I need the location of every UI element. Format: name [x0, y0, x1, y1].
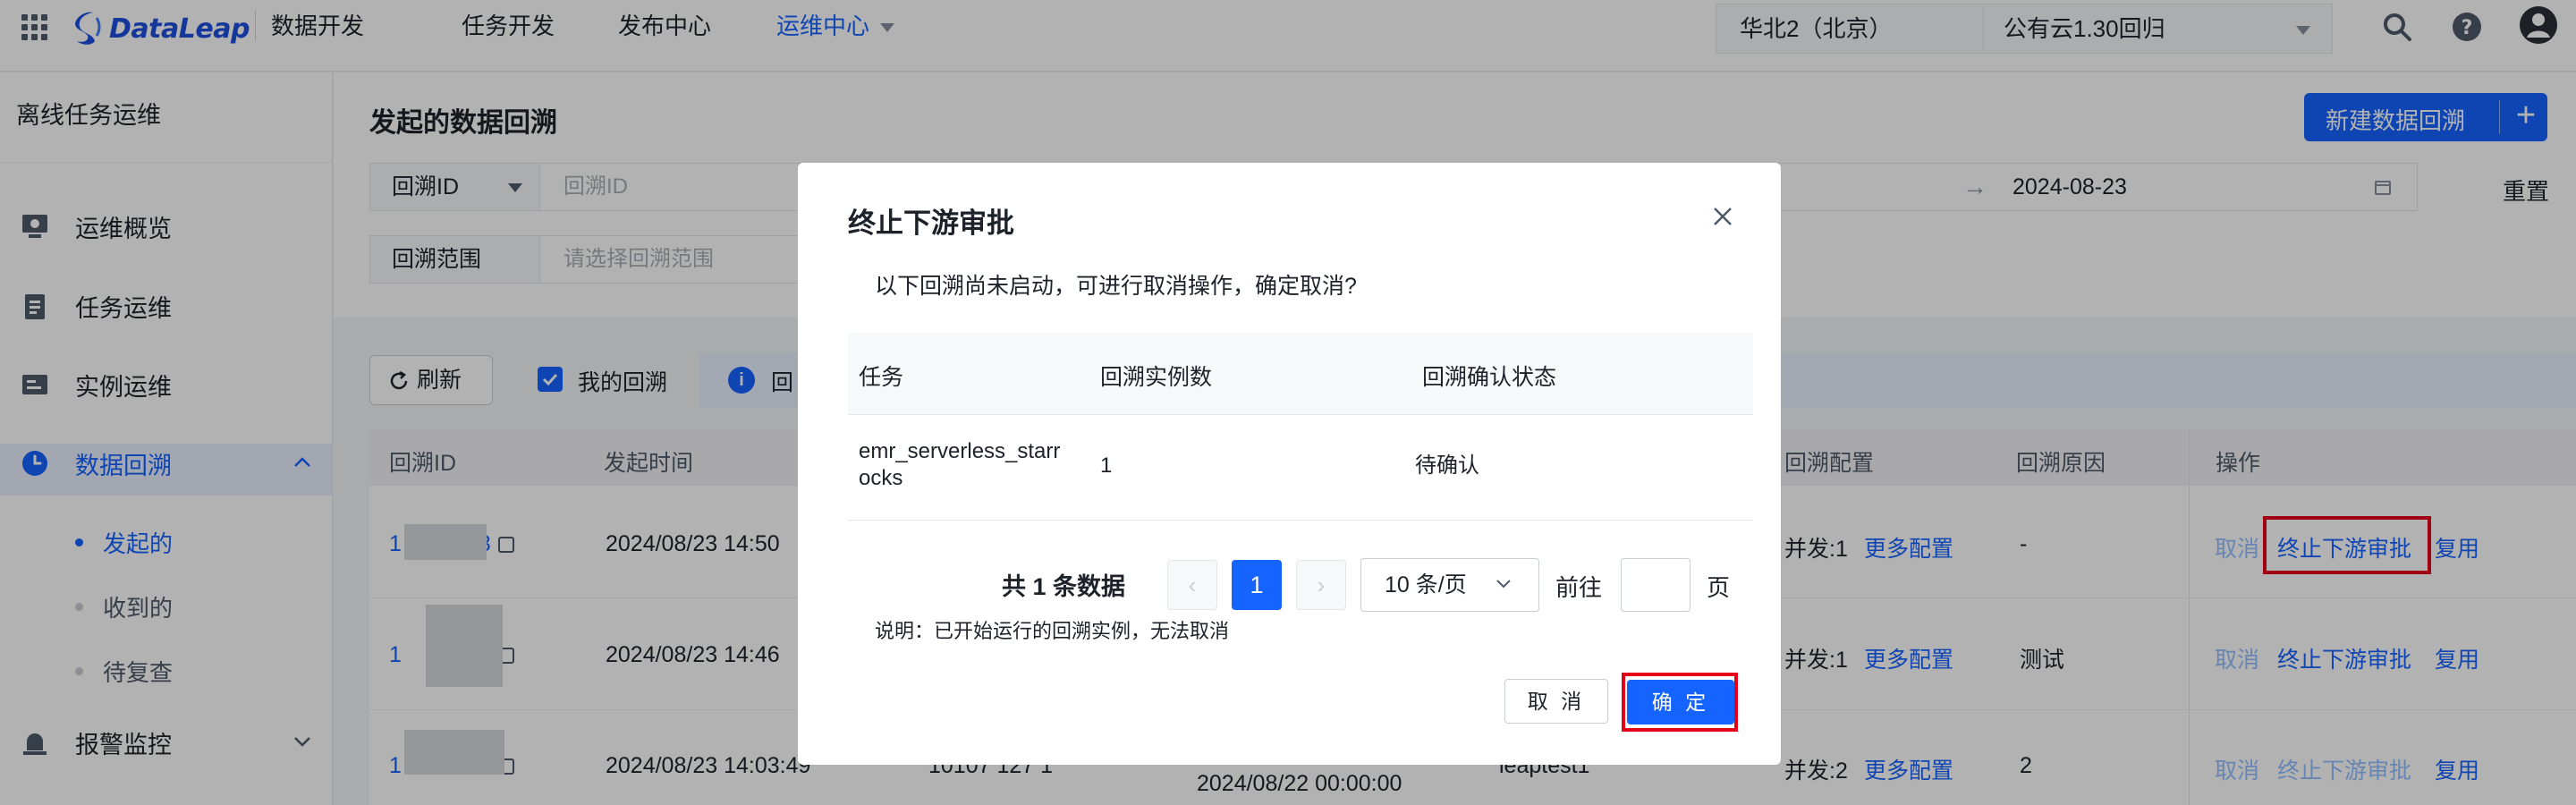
goto-page-input[interactable] [1621, 558, 1690, 612]
dialog-description: 以下回溯尚未启动，可进行取消操作，确定取消? [875, 274, 1357, 299]
next-page-button[interactable]: › [1296, 560, 1346, 610]
col-header-task: 任务 [859, 365, 904, 390]
pagination-total: 共 1 条数据 [1002, 573, 1126, 600]
highlight-box [1622, 673, 1738, 732]
confirm-status: 待确认 [1415, 453, 1479, 478]
col-header-instance-count: 回溯实例数 [1100, 365, 1213, 390]
close-icon[interactable] [1707, 200, 1739, 233]
page-unit-label: 页 [1707, 574, 1731, 601]
col-header-confirm-status: 回溯确认状态 [1422, 365, 1557, 390]
goto-label: 前往 [1555, 574, 1603, 601]
dialog-table-header [848, 333, 1753, 415]
task-name-line: ocks [859, 466, 903, 490]
cancel-button[interactable]: 取 消 [1504, 679, 1608, 724]
page-size-select[interactable]: 10 条/页 [1360, 558, 1539, 612]
stop-approval-dialog: 终止下游审批 以下回溯尚未启动，可进行取消操作，确定取消? 任务 回溯实例数 回… [798, 163, 1781, 765]
page-size-value: 10 条/页 [1385, 572, 1467, 597]
chevron-down-icon [1496, 580, 1511, 589]
dialog-note: 说明：已开始运行的回溯实例，无法取消 [875, 620, 1230, 642]
task-name: emr_serverless_starr ocks [859, 438, 1060, 492]
prev-page-button[interactable]: ‹ [1167, 560, 1217, 610]
instance-count: 1 [1100, 453, 1113, 478]
dialog-title: 终止下游审批 [848, 208, 1014, 239]
table-divider [848, 520, 1753, 521]
task-name-line: emr_serverless_starr [859, 439, 1061, 463]
current-page-button[interactable]: 1 [1232, 560, 1282, 610]
